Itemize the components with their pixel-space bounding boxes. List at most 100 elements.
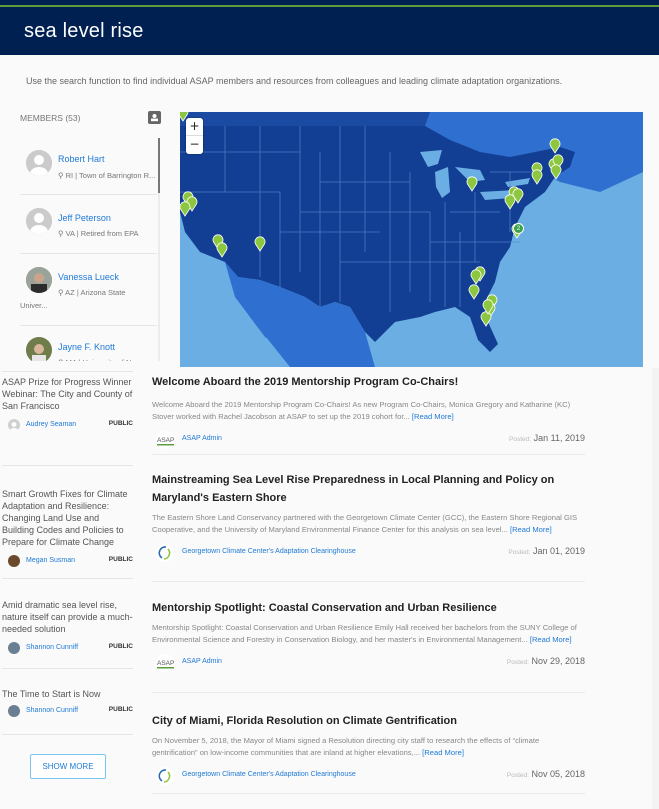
member-name[interactable]: Jayne F. Knott bbox=[58, 342, 115, 352]
resource-author[interactable]: Audrey Seaman bbox=[26, 421, 76, 428]
member-location: ⚲ AZ | Arizona State bbox=[58, 288, 126, 297]
avatar bbox=[26, 208, 52, 234]
posted-date: Posted: Nov 29, 2018 bbox=[506, 656, 585, 666]
article-source[interactable]: ASAP Admin bbox=[182, 435, 222, 442]
map-pin-icon: ⚲ bbox=[58, 358, 66, 361]
resource-item[interactable]: Amid dramatic sea level rise, nature its… bbox=[2, 599, 133, 657]
avatar bbox=[8, 705, 20, 717]
member-location-cont: Univer... bbox=[20, 301, 48, 310]
avatar bbox=[8, 555, 20, 567]
article-item: Mainstreaming Sea Level Rise Preparednes… bbox=[152, 470, 585, 562]
member-name[interactable]: Robert Hart bbox=[58, 154, 105, 164]
zoom-in-button[interactable]: + bbox=[186, 118, 203, 136]
article-excerpt: Welcome Aboard the 2019 Mentorship Progr… bbox=[152, 400, 571, 421]
member-item[interactable]: Jeff Peterson ⚲ VA | Retired from EPA bbox=[20, 196, 157, 254]
member-name[interactable]: Jeff Peterson bbox=[58, 213, 111, 223]
visibility-badge: PUBLIC bbox=[108, 643, 133, 650]
divider bbox=[152, 793, 585, 794]
article-title[interactable]: City of Miami, Florida Resolution on Cli… bbox=[152, 715, 457, 727]
member-item[interactable]: Robert Hart ⚲ RI | Town of Barrington R.… bbox=[20, 140, 157, 195]
resource-author[interactable]: Shannon Cunniff bbox=[26, 707, 78, 714]
article-title[interactable]: Mainstreaming Sea Level Rise Preparednes… bbox=[152, 474, 554, 504]
article-source[interactable]: ASAP Admin bbox=[182, 658, 222, 665]
map-pin-icon: ⚲ bbox=[58, 171, 66, 180]
member-item[interactable]: Vanessa Lueck ⚲ AZ | Arizona State Unive… bbox=[20, 255, 157, 326]
divider bbox=[152, 692, 585, 693]
article-excerpt: Mentorship Spotlight: Coastal Conservati… bbox=[152, 623, 577, 644]
map-marker-icon[interactable] bbox=[550, 164, 562, 180]
map-marker-icon[interactable] bbox=[482, 299, 494, 315]
page-header: sea level rise bbox=[0, 0, 659, 55]
map-marker-icon[interactable] bbox=[468, 284, 480, 300]
map-marker-icon[interactable] bbox=[470, 269, 482, 285]
svg-text:ASAP: ASAP bbox=[157, 437, 174, 444]
page-gutter bbox=[652, 368, 659, 809]
resource-item[interactable]: ASAP Prize for Progress Winner Webinar: … bbox=[2, 376, 133, 434]
divider bbox=[2, 578, 133, 579]
divider bbox=[2, 734, 133, 735]
article-excerpt: The Eastern Shore Land Conservancy partn… bbox=[152, 513, 578, 534]
posted-date: Posted: Nov 05, 2018 bbox=[506, 769, 585, 779]
divider bbox=[2, 465, 133, 466]
map-cluster-marker[interactable]: 2 bbox=[513, 223, 524, 234]
avatar bbox=[8, 419, 20, 431]
member-location: ⚲ RI | Town of Barrington R... bbox=[58, 171, 156, 180]
article-title[interactable]: Mentorship Spotlight: Coastal Conservati… bbox=[152, 602, 497, 614]
member-name[interactable]: Vanessa Lueck bbox=[58, 272, 119, 282]
resource-item[interactable]: Smart Growth Fixes for Climate Adaptatio… bbox=[2, 488, 133, 570]
map-marker-icon[interactable] bbox=[549, 138, 561, 154]
accent-stripe bbox=[0, 5, 659, 7]
posted-date: Posted: Jan 01, 2019 bbox=[508, 546, 585, 556]
resource-title[interactable]: ASAP Prize for Progress Winner Webinar: … bbox=[2, 376, 133, 412]
read-more-link[interactable]: [Read More] bbox=[510, 525, 552, 534]
member-location: ⚲ VA | Retired from EPA bbox=[58, 229, 139, 238]
map-marker-icon[interactable] bbox=[254, 236, 266, 252]
map-canvas bbox=[180, 112, 643, 367]
members-map[interactable]: 2 bbox=[180, 112, 643, 367]
page-title: sea level rise bbox=[24, 20, 144, 42]
article-item: Welcome Aboard the 2019 Mentorship Progr… bbox=[152, 372, 585, 449]
resource-author[interactable]: Megan Susman bbox=[26, 557, 75, 564]
read-more-link[interactable]: [Read More] bbox=[412, 412, 454, 421]
resource-item[interactable]: The Time to Start is Now Shannon Cunniff… bbox=[2, 688, 133, 720]
visibility-badge: PUBLIC bbox=[108, 420, 133, 427]
map-marker-icon[interactable] bbox=[504, 194, 516, 210]
article-title[interactable]: Welcome Aboard the 2019 Mentorship Progr… bbox=[152, 376, 458, 388]
intro-text: Use the search function to find individu… bbox=[26, 76, 563, 86]
resource-title[interactable]: Amid dramatic sea level rise, nature its… bbox=[2, 599, 133, 635]
members-heading: MEMBERS (53) bbox=[20, 113, 81, 123]
map-marker-icon[interactable] bbox=[531, 169, 543, 185]
resource-title[interactable]: The Time to Start is Now bbox=[2, 688, 133, 700]
asap-logo-icon: ASAP bbox=[156, 654, 174, 672]
gcc-logo-icon bbox=[156, 767, 174, 785]
zoom-out-button[interactable]: − bbox=[186, 136, 203, 154]
article-item: Mentorship Spotlight: Coastal Conservati… bbox=[152, 598, 585, 672]
divider bbox=[2, 371, 133, 372]
posted-date: Posted: Jan 11, 2019 bbox=[509, 433, 585, 443]
show-more-button[interactable]: SHOW MORE bbox=[30, 754, 106, 779]
visibility-badge: PUBLIC bbox=[108, 706, 133, 713]
avatar bbox=[26, 150, 52, 176]
scrollbar-thumb[interactable] bbox=[158, 138, 160, 193]
map-zoom-control: + − bbox=[186, 118, 203, 154]
map-pin-icon: ⚲ bbox=[58, 229, 66, 238]
asap-logo-icon: ASAP bbox=[156, 431, 174, 449]
resource-author[interactable]: Shannon Cunniff bbox=[26, 644, 78, 651]
map-marker-icon[interactable] bbox=[466, 176, 478, 192]
visibility-badge: PUBLIC bbox=[108, 556, 133, 563]
gcc-logo-icon bbox=[156, 544, 174, 562]
member-item[interactable]: Jayne F. Knott ⚲ MA | University of N... bbox=[20, 327, 157, 361]
members-scrollbar[interactable] bbox=[158, 138, 160, 361]
read-more-link[interactable]: [Read More] bbox=[530, 635, 572, 644]
read-more-link[interactable]: [Read More] bbox=[422, 748, 464, 757]
article-source[interactable]: Georgetown Climate Center's Adaptation C… bbox=[182, 771, 356, 778]
member-location: ⚲ MA | University of N... bbox=[58, 358, 138, 361]
resource-title[interactable]: Smart Growth Fixes for Climate Adaptatio… bbox=[2, 488, 133, 548]
article-source[interactable]: Georgetown Climate Center's Adaptation C… bbox=[182, 548, 356, 555]
map-marker-icon[interactable] bbox=[180, 201, 191, 217]
map-marker-icon[interactable] bbox=[216, 242, 228, 258]
person-icon[interactable] bbox=[148, 111, 161, 124]
svg-text:ASAP: ASAP bbox=[157, 660, 174, 667]
divider bbox=[152, 454, 585, 455]
members-panel: MEMBERS (53) Robert Hart ⚲ RI | Town of … bbox=[0, 108, 165, 361]
